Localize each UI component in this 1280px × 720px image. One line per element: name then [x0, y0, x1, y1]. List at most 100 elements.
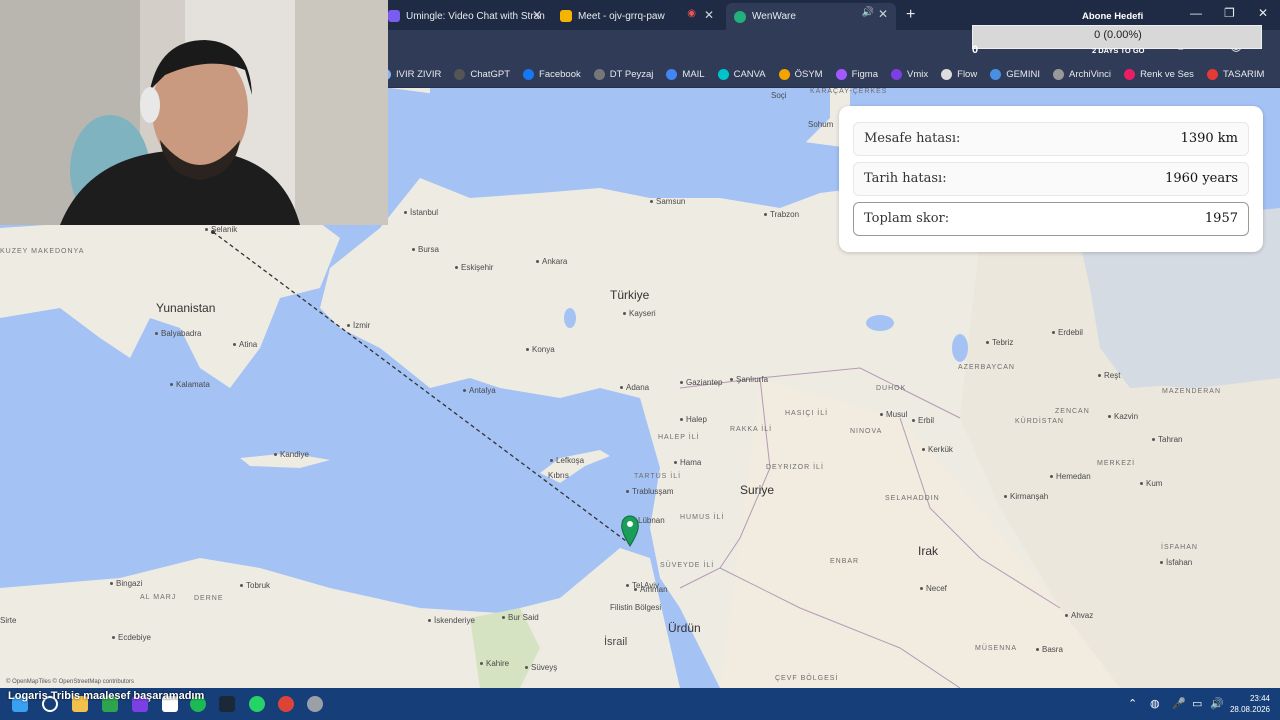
tray-app-icon[interactable]: ◍: [1150, 697, 1160, 710]
map-label: Musul: [880, 410, 907, 419]
map-label: Ürdün: [668, 621, 701, 635]
map-label: Kerkük: [922, 445, 953, 454]
subscriber-goal-value: 0 (0.00%): [1094, 29, 1142, 41]
app-icon[interactable]: [307, 696, 323, 712]
whatsapp-icon[interactable]: [249, 696, 265, 712]
subscriber-goal-days: 2 DAYS TO GO: [1092, 46, 1145, 55]
map-label: Şanlıurfa: [730, 375, 768, 384]
map-label: TARTUS İLİ: [634, 473, 682, 480]
map-label: Lübnan: [638, 516, 665, 525]
map-label: AZERBAYCAN: [958, 364, 1015, 371]
webcam-overlay: [0, 0, 388, 225]
map-label: Soçi: [771, 91, 787, 100]
bookmark-item[interactable]: ArchiVinci: [1052, 69, 1112, 80]
bookmark-item[interactable]: Facebook: [523, 69, 581, 80]
date-error-value: 1960 years: [1165, 171, 1238, 186]
steam-icon[interactable]: [219, 696, 235, 712]
bookmark-item[interactable]: Flow: [941, 69, 977, 80]
map-label: Antalya: [463, 386, 496, 395]
distance-error-label: Mesafe hatası:: [864, 131, 961, 146]
map-label: Hemedan: [1050, 472, 1091, 481]
map-label: Süveyş: [525, 663, 557, 672]
new-tab-button[interactable]: +: [906, 6, 915, 24]
audio-icon[interactable]: 🔊: [862, 7, 874, 18]
chrome-icon[interactable]: [278, 696, 294, 712]
map-label: İsfahan: [1160, 558, 1192, 567]
map-label: Bingazi: [110, 579, 142, 588]
close-icon[interactable]: ✕: [878, 7, 888, 21]
map-label: SÜVEYDE İLİ: [660, 562, 715, 569]
map-label: Reşt: [1098, 371, 1120, 380]
map-label: Suriye: [740, 483, 775, 497]
webcam-image: [0, 0, 388, 225]
close-icon[interactable]: ✕: [532, 8, 542, 22]
map-label: Sohum: [808, 120, 834, 129]
bookmark-label: DT Peyzaj: [609, 69, 654, 80]
map-label: İSFAHAN: [1161, 544, 1198, 551]
map-label: ZENCAN: [1055, 408, 1090, 415]
close-icon[interactable]: ✕: [704, 8, 714, 22]
network-icon[interactable]: ▭: [1192, 697, 1202, 710]
map-label: Amman: [634, 585, 668, 594]
subscriber-goal-widget: Abone Hedefi 0 (0.00%) 0 2 DAYS TO GO: [972, 8, 1262, 58]
map-label: Sirte: [0, 616, 17, 625]
chat-text: maalesef başaramadım: [83, 690, 205, 702]
tasarim-icon: [1206, 69, 1218, 80]
tab-meet[interactable]: Meet - ojv-grrq-paw ◉ ✕: [552, 4, 722, 28]
bookmark-label: ArchiVinci: [1068, 69, 1112, 80]
map-label: İzmir: [347, 321, 370, 330]
wenware-icon: [734, 10, 746, 23]
map-label: Kandiye: [274, 450, 309, 459]
canva-icon: [717, 69, 729, 80]
map-label: Samsun: [650, 197, 685, 206]
bookmark-item[interactable]: GEMINI: [990, 69, 1040, 80]
map-label: Kirmanşah: [1004, 492, 1048, 501]
bookmark-item[interactable]: Renk ve Ses: [1124, 69, 1194, 80]
bookmark-label: GEMINI: [1006, 69, 1040, 80]
bookmark-item[interactable]: ÖSYM: [778, 69, 823, 80]
map-label: Kıbrıs: [548, 471, 569, 480]
bookmark-item[interactable]: ChatGPT: [454, 69, 510, 80]
bookmark-label: Renk ve Ses: [1140, 69, 1194, 80]
tab-wenware[interactable]: WenWare 🔊 ✕: [726, 3, 896, 30]
chevron-up-icon[interactable]: ⌃: [1128, 697, 1137, 710]
map-label: Irak: [918, 544, 939, 558]
taskbar-clock[interactable]: 23:44 28.08.2026: [1230, 693, 1270, 715]
map-label: Konya: [526, 345, 555, 354]
mail-icon: [666, 69, 678, 80]
map-label: Kum: [1140, 479, 1162, 488]
map-label: Türkiye: [610, 288, 650, 302]
bookmark-item[interactable]: Vmix: [891, 69, 928, 80]
chat-username: Logaris Tribis: [8, 690, 81, 702]
map-label: Adana: [620, 383, 649, 392]
meet-icon: [560, 10, 572, 22]
bookmark-item[interactable]: TASARIM: [1206, 69, 1264, 80]
bookmark-item[interactable]: IVIR ZIVIR: [380, 69, 441, 80]
map-label: SELAHADDIN: [885, 495, 940, 502]
map-label: KUZEY MAKEDONYA: [0, 248, 85, 255]
bookmark-item[interactable]: CANVA: [717, 69, 766, 80]
bookmark-label: MAIL: [682, 69, 705, 80]
bookmark-label: ChatGPT: [470, 69, 511, 80]
volume-icon[interactable]: 🔊: [1210, 697, 1224, 710]
bookmark-item[interactable]: Figma: [835, 69, 879, 80]
subscriber-goal-start: 0: [972, 44, 979, 56]
map-label: Selanik: [205, 225, 237, 234]
bookmark-item[interactable]: MAIL: [666, 69, 705, 80]
bookmark-item[interactable]: DT Peyzaj: [593, 69, 654, 80]
map-label: Trablusşam: [626, 487, 674, 496]
map-label: İsrail: [604, 636, 628, 648]
total-score-value: 1957: [1204, 211, 1238, 226]
stream-chat-message: Logaris Tribis maalesef başaramadım: [8, 690, 204, 702]
map-label: KARAÇAY-ÇERKES: [810, 88, 888, 95]
bookmark-label: Figma: [851, 69, 879, 80]
map-label: Ecdebiye: [112, 633, 151, 642]
map-label: Tahran: [1152, 435, 1182, 444]
microphone-icon[interactable]: 🎤: [1172, 697, 1186, 710]
map-label: Kahire: [480, 659, 509, 668]
map-label: Gaziantep: [680, 378, 722, 387]
map-label: Hama: [674, 458, 701, 467]
map-label: Balyabadra: [155, 329, 201, 338]
map-attribution: © OpenMapTiles © OpenStreetMap contribut…: [6, 679, 135, 685]
tab-umingle[interactable]: Umingle: Video Chat with Stran ✕: [380, 4, 550, 28]
